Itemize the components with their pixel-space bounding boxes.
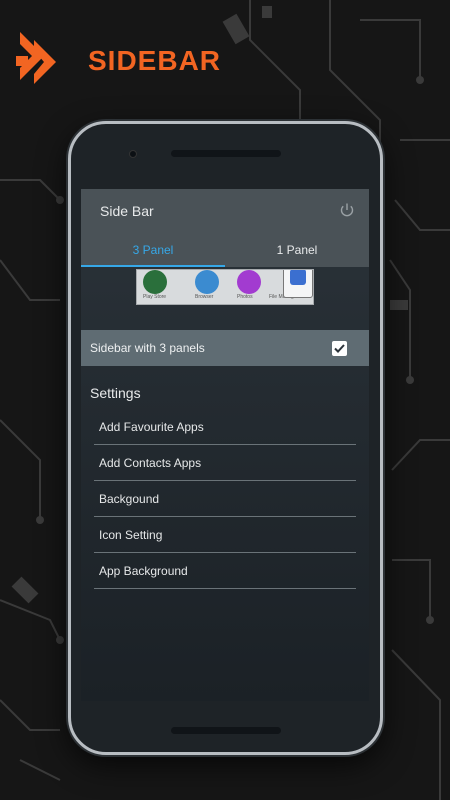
settings-item-background[interactable]: Backgound — [94, 481, 356, 517]
preview-label: Play Store — [143, 294, 167, 300]
browser-icon — [195, 270, 219, 294]
checkmark-icon — [334, 344, 345, 353]
top-speaker — [171, 150, 281, 157]
settings-list: Add Favourite Apps Add Contacts Apps Bac… — [94, 409, 356, 589]
preview-panel-card — [283, 270, 313, 298]
settings-item-add-favourite-apps[interactable]: Add Favourite Apps — [94, 409, 356, 445]
preview-label: Browser — [195, 294, 214, 300]
sidebar-3-panels-toggle[interactable]: Sidebar with 3 panels — [81, 330, 369, 366]
brand-title: SIDEBAR — [88, 45, 222, 76]
settings-item-label: Add Contacts Apps — [99, 456, 202, 470]
tab-1-panel[interactable]: 1 Panel — [225, 235, 369, 267]
app-bar: Side Bar 3 Panel 1 Panel — [81, 189, 369, 267]
settings-item-label: Backgound — [99, 492, 160, 506]
settings-item-add-contacts-apps[interactable]: Add Contacts Apps — [94, 445, 356, 481]
toggle-label: Sidebar with 3 panels — [90, 341, 205, 355]
preview-label: Photos — [237, 294, 253, 300]
bottom-speaker — [171, 727, 281, 734]
settings-item-app-background[interactable]: App Background — [94, 553, 356, 589]
double-chevron-right-logo — [16, 32, 56, 84]
settings-item-label: Icon Setting — [99, 528, 163, 542]
front-camera — [129, 150, 137, 158]
settings-item-label: Add Favourite Apps — [99, 420, 204, 434]
panel-tabs: 3 Panel 1 Panel — [81, 235, 369, 267]
settings-item-label: App Background — [99, 564, 188, 578]
tab-3-panel[interactable]: 3 Panel — [81, 235, 225, 267]
app-title: Side Bar — [100, 203, 154, 219]
photos-icon — [237, 270, 261, 294]
settings-item-icon-setting[interactable]: Icon Setting — [94, 517, 356, 553]
app-screen: Side Bar 3 Panel 1 Panel Play Store Brow… — [81, 189, 369, 701]
panel-preview-image: Play Store Browser Photos File Manager — [136, 269, 314, 305]
settings-heading: Settings — [90, 385, 141, 401]
play-store-icon — [143, 270, 167, 294]
power-icon[interactable] — [339, 202, 355, 218]
contacts-icon — [290, 270, 306, 285]
sidebar-3-panels-checkbox[interactable] — [332, 341, 347, 356]
brand-header: SIDEBAR — [14, 26, 434, 96]
